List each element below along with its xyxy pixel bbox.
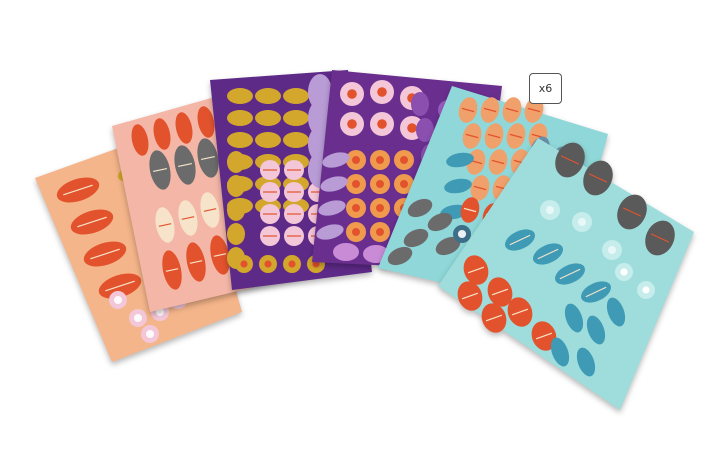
flower-sticker [394, 150, 414, 170]
leaf-sticker [227, 175, 245, 197]
leaf-sticker [227, 151, 245, 173]
flower-sticker [370, 198, 390, 218]
flower-sticker [370, 112, 394, 136]
leaf-sticker [227, 110, 253, 126]
ring-sticker [109, 291, 127, 309]
leaf-sticker [411, 92, 429, 116]
flower-sticker [346, 222, 366, 242]
leaf-sticker [283, 132, 309, 148]
flower-sticker [602, 240, 622, 260]
flower-sticker [283, 255, 301, 273]
flower-sticker [346, 150, 366, 170]
flower-sticker [370, 150, 390, 170]
leaf-sticker [255, 132, 281, 148]
leaf-sticker [227, 88, 253, 104]
flower-sticker [615, 263, 633, 281]
leaf-sticker [283, 88, 309, 104]
leaf-sticker [260, 204, 280, 224]
flower-sticker [235, 255, 253, 273]
leaf-sticker [255, 88, 281, 104]
sticker-sheets-photo [35, 70, 694, 410]
flower-sticker [340, 112, 364, 136]
flower-sticker [370, 80, 394, 104]
leaf-sticker [255, 110, 281, 126]
flower-sticker [637, 281, 655, 299]
leaf-sticker [227, 223, 245, 245]
leaf-sticker [227, 132, 253, 148]
leaf-sticker [284, 182, 304, 202]
quantity-badge: x6 [529, 73, 562, 104]
leaf-sticker [260, 160, 280, 180]
flower-sticker [259, 255, 277, 273]
leaf-sticker [260, 226, 280, 246]
flower-sticker [346, 198, 366, 218]
leaf-sticker [333, 243, 359, 261]
ring-sticker [453, 225, 471, 243]
leaf-sticker [284, 204, 304, 224]
flower-sticker [346, 174, 366, 194]
flower-sticker [540, 200, 560, 220]
leaf-sticker [260, 182, 280, 202]
flower-sticker [340, 82, 364, 106]
flower-sticker [370, 222, 390, 242]
ring-sticker [141, 325, 159, 343]
ring-sticker [129, 309, 147, 327]
flower-sticker [572, 212, 592, 232]
leaf-sticker [284, 160, 304, 180]
leaf-sticker [227, 199, 245, 221]
leaf-sticker [284, 226, 304, 246]
leaf-sticker [283, 110, 309, 126]
flower-sticker [370, 174, 390, 194]
